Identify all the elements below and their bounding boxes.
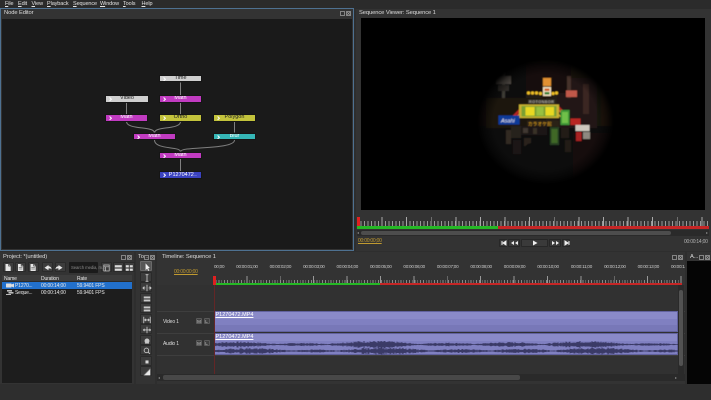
- svg-text:Search media, m...: Search media, m...: [71, 265, 105, 270]
- svg-text:ROTONBOR: ROTONBOR: [529, 100, 555, 104]
- svg-text:Asahi: Asahi: [500, 119, 516, 125]
